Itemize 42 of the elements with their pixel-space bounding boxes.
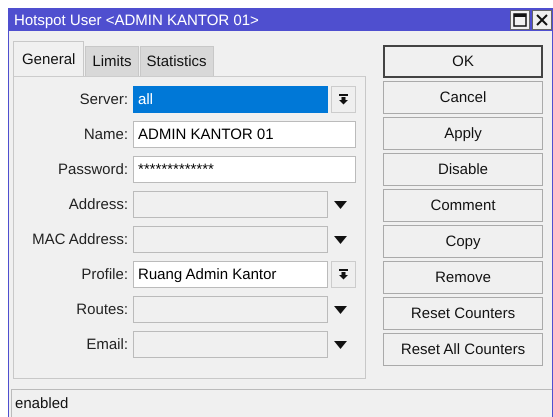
field-label: Email: — [85, 336, 129, 353]
dialog-button[interactable]: Reset All Counters — [383, 333, 543, 366]
dropdown-button[interactable] — [331, 261, 356, 288]
dropdown-triangle-icon[interactable] — [334, 306, 347, 314]
select-field[interactable]: all — [133, 86, 328, 113]
dialog-button[interactable]: OK — [383, 45, 543, 78]
window-title: Hotspot User <ADMIN KANTOR 01> — [14, 12, 260, 28]
tab[interactable]: Statistics — [140, 46, 214, 76]
field-label: Routes: — [75, 301, 129, 318]
down-arrow-icon — [338, 94, 349, 105]
input-field[interactable] — [133, 331, 328, 358]
field-label: Password: — [56, 161, 129, 178]
input-field[interactable] — [133, 296, 328, 323]
tab[interactable]: Limits — [85, 46, 139, 76]
field-label: Profile: — [80, 266, 129, 283]
dropdown-button[interactable] — [331, 86, 356, 113]
dialog-button[interactable]: Reset Counters — [383, 297, 543, 330]
close-button[interactable] — [532, 10, 552, 30]
down-arrow-icon — [338, 269, 349, 280]
field-label: Server: — [78, 91, 129, 108]
select-field[interactable]: Ruang Admin Kantor — [133, 261, 328, 288]
field-label: Name: — [82, 126, 129, 143]
dialog-button[interactable]: Comment — [383, 189, 543, 222]
dialog-button[interactable]: Copy — [383, 225, 543, 258]
dialog-button[interactable]: Apply — [383, 117, 543, 150]
field-label: Address: — [68, 196, 129, 213]
status-text: enabled — [15, 395, 68, 412]
input-field[interactable]: ADMIN KANTOR 01 — [133, 121, 356, 148]
maximize-button[interactable] — [510, 10, 530, 30]
dropdown-triangle-icon[interactable] — [334, 340, 347, 348]
dialog-button[interactable]: Disable — [383, 153, 543, 186]
dialog-button[interactable]: Remove — [383, 261, 543, 294]
dropdown-triangle-icon[interactable] — [334, 236, 347, 244]
dropdown-triangle-icon[interactable] — [334, 200, 347, 208]
dialog-button[interactable]: Cancel — [383, 81, 543, 114]
field-label: MAC Address: — [31, 231, 129, 248]
input-field[interactable] — [133, 226, 328, 253]
input-field[interactable]: ************* — [133, 156, 356, 183]
maximize-icon — [513, 13, 527, 27]
tab[interactable]: General — [13, 41, 84, 76]
close-icon — [536, 14, 548, 26]
input-field[interactable] — [133, 191, 328, 218]
